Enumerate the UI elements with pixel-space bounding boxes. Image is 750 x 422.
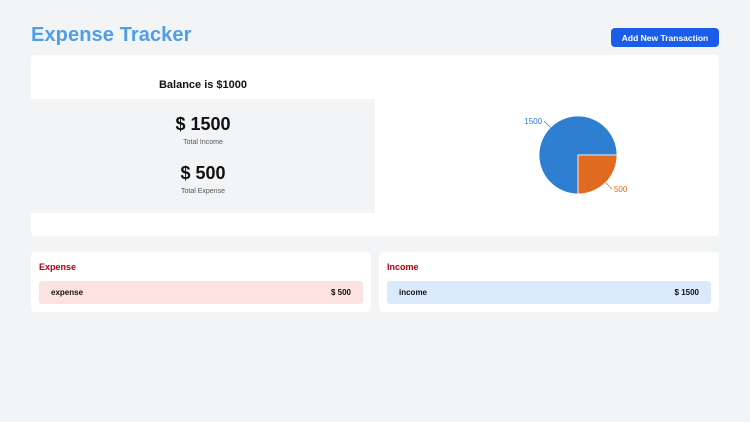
expense-list-title: Expense [39,262,77,272]
pie-label-expense: 500 [614,185,628,194]
income-row-name: income [399,288,428,297]
total-expense-amount: $ 500 [180,163,226,183]
total-expense-label: Total Expense [181,188,225,195]
pie-label-income: 1500 [524,117,542,126]
income-row[interactable]: income $ 1500 [387,281,711,304]
income-list-title: Income [387,262,419,272]
add-transaction-button[interactable]: Add New Transaction [611,28,719,47]
income-list-card: Income income $ 1500 [379,252,719,312]
totals-panel: $ 1500 Total Income $ 500 Total Expense [31,99,375,213]
pie-leader-line-expense [605,182,613,190]
total-income-amount: $ 1500 [175,114,231,134]
expense-list-card: Expense expense $ 500 [31,252,371,312]
summary-card: Balance is $1000 $ 1500 Total Income $ 5… [31,55,719,236]
app-title: Expense Tracker [31,24,192,46]
balance-text: Balance is $1000 [158,79,248,91]
total-income-label: Total Income [183,139,223,146]
balance-pie-chart: 1500 500 [471,95,651,215]
pie-leader-line-income [543,120,551,128]
expense-row-amount: $ 500 [330,288,351,297]
expense-row[interactable]: expense $ 500 [39,281,363,304]
pie-svg: 1500 500 [524,115,628,195]
expense-row-name: expense [51,288,84,297]
income-row-amount: $ 1500 [674,288,699,297]
